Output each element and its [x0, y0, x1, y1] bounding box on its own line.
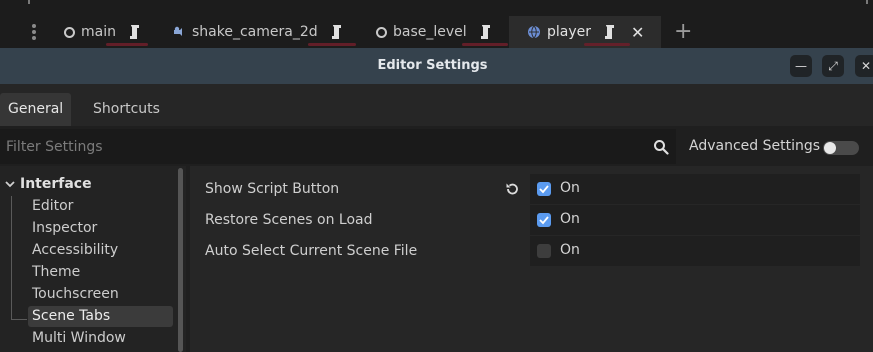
scene-tab-label: player [547, 24, 592, 40]
advanced-settings-label: Advanced Settings [689, 138, 821, 154]
checkbox-label: On [560, 242, 580, 258]
dialog-titlebar: Editor Settings — ⤢ ✕ [0, 48, 873, 84]
property-row: Restore Scenes on Load On [190, 205, 873, 236]
scene-tab-label: base_level [393, 24, 467, 40]
property-value: On [530, 205, 860, 235]
revert-icon[interactable] [504, 181, 520, 197]
add-tab-icon[interactable]: + [674, 21, 692, 43]
script-icon[interactable] [479, 24, 493, 40]
globe-icon [528, 25, 540, 39]
scene-tab-bar: main shake_camera_2d base_level player ✕… [0, 0, 873, 48]
sidebar-item-inspector[interactable]: Inspector [28, 218, 173, 239]
settings-sidebar: Interface Editor Inspector Accessibility… [0, 166, 186, 352]
property-row: Auto Select Current Scene File On [190, 236, 873, 267]
chevron-down-icon[interactable] [4, 178, 16, 190]
tree-guide-branch [11, 319, 27, 320]
top-divider-mark [866, 0, 868, 4]
minimize-icon[interactable]: — [790, 55, 812, 77]
script-icon[interactable] [330, 24, 344, 40]
tab-underline [308, 43, 356, 46]
camera-node-icon [174, 26, 182, 36]
tab-underline [462, 43, 508, 46]
property-value: On [530, 174, 860, 204]
sidebar-item-multi-window[interactable]: Multi Window [28, 328, 173, 349]
top-divider-mark [28, 0, 30, 4]
property-row: Show Script Button On [190, 174, 873, 205]
sidebar-item-theme[interactable]: Theme [28, 262, 173, 283]
sidebar-scrollbar[interactable] [178, 168, 183, 352]
property-label: Auto Select Current Scene File [205, 243, 418, 259]
filter-row: Advanced Settings [0, 126, 873, 166]
property-label: Show Script Button [205, 181, 340, 197]
tab-underline [584, 43, 630, 46]
script-icon[interactable] [128, 24, 142, 40]
close-tab-icon[interactable]: ✕ [631, 23, 644, 42]
settings-tab-row: General Shortcuts [0, 84, 873, 126]
dialog-title: Editor Settings [377, 58, 488, 73]
script-icon[interactable] [603, 24, 617, 40]
checkbox-label: On [560, 180, 580, 196]
close-dialog-icon[interactable]: ✕ [855, 55, 873, 77]
checkbox[interactable] [537, 182, 551, 196]
sidebar-item-accessibility[interactable]: Accessibility [28, 240, 173, 261]
scene-circle-icon [376, 26, 387, 38]
checkbox[interactable] [537, 244, 551, 258]
tab-general[interactable]: General [0, 93, 72, 126]
scene-tab-label: main [81, 24, 116, 40]
sidebar-item-editor[interactable]: Editor [28, 196, 173, 217]
property-value: On [530, 236, 860, 266]
property-label: Restore Scenes on Load [205, 212, 373, 228]
checkbox-label: On [560, 211, 580, 227]
toggle-knob [824, 142, 836, 154]
scene-tab-label: shake_camera_2d [192, 24, 318, 40]
kebab-menu-icon[interactable] [26, 22, 42, 42]
maximize-icon[interactable]: ⤢ [822, 55, 844, 77]
category-interface[interactable]: Interface [4, 176, 92, 192]
advanced-settings-toggle[interactable] [823, 141, 859, 155]
category-label: Interface [20, 176, 92, 192]
scene-circle-icon [64, 26, 75, 38]
tab-shortcuts[interactable]: Shortcuts [93, 93, 160, 126]
search-icon [654, 140, 669, 155]
checkbox[interactable] [537, 213, 551, 227]
tree-guide-line [11, 196, 12, 320]
filter-settings-input[interactable] [0, 129, 676, 164]
tab-underline [106, 43, 148, 46]
settings-properties-panel: Show Script Button On Restore Scenes on … [190, 166, 873, 352]
sidebar-item-scene-tabs[interactable]: Scene Tabs [28, 306, 173, 327]
sidebar-item-touchscreen[interactable]: Touchscreen [28, 284, 173, 305]
